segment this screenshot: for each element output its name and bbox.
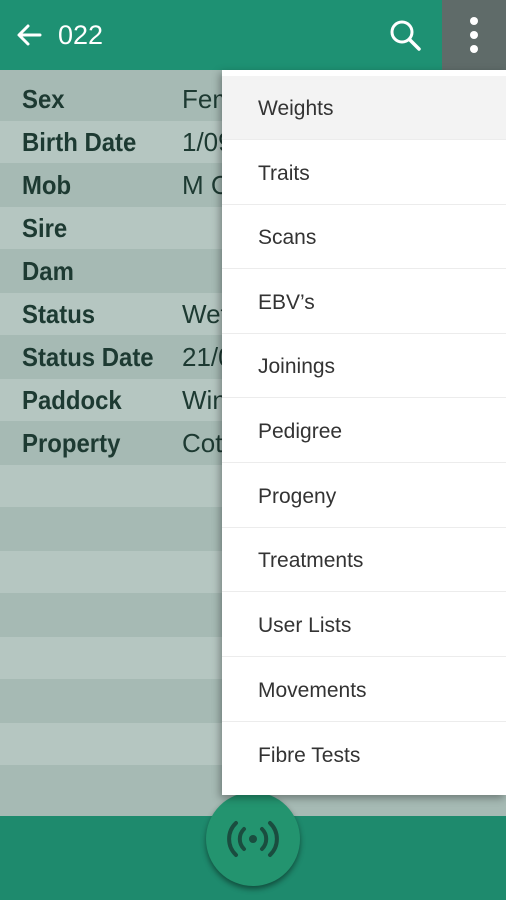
detail-label: Paddock [22,385,122,415]
menu-item-movements[interactable]: Movements [222,658,506,722]
more-vertical-icon [470,17,478,53]
search-icon[interactable] [388,18,422,52]
menu-item-label: Joinings [258,355,336,378]
menu-item-label: Weights [258,97,334,120]
menu-item-label: User Lists [258,614,352,637]
menu-item-label: Movements [258,679,367,702]
menu-item-label: EBV’s [258,291,315,314]
detail-label: Birth Date [22,127,137,157]
detail-label: Dam [22,256,74,286]
detail-label: Sire [22,213,68,243]
detail-label: Status Date [22,342,154,372]
scan-button[interactable] [206,792,300,886]
overflow-menu-button[interactable] [442,0,506,70]
rfid-scan-icon [227,821,279,857]
menu-item-traits[interactable]: Traits [222,141,506,205]
menu-item-progeny[interactable]: Progeny [222,464,506,528]
detail-label: Property [22,428,121,458]
menu-item-label: Scans [258,226,317,249]
page-title: 022 [58,20,104,50]
detail-value: Wet [182,299,228,329]
overflow-menu: Weights Traits Scans EBV’s Joinings Pedi… [222,70,506,795]
detail-label: Status [22,299,96,329]
menu-item-treatments[interactable]: Treatments [222,528,506,592]
menu-item-user-lists[interactable]: User Lists [222,593,506,657]
menu-item-label: Treatments [258,549,364,572]
menu-item-fibre-tests[interactable]: Fibre Tests [222,723,506,787]
menu-item-label: Progeny [258,485,337,508]
menu-item-label: Pedigree [258,420,343,443]
app-bar: 022 [0,0,506,70]
menu-item-scans[interactable]: Scans [222,205,506,269]
arrow-left-icon[interactable] [14,20,44,50]
menu-item-label: Fibre Tests [258,744,361,767]
menu-item-ebvs[interactable]: EBV’s [222,270,506,334]
detail-value: Win [182,385,227,415]
menu-item-joinings[interactable]: Joinings [222,334,506,398]
menu-item-pedigree[interactable]: Pedigree [222,399,506,463]
menu-item-label: Traits [258,162,310,185]
detail-label: Mob [22,170,72,200]
detail-label: Sex [22,84,65,114]
menu-item-weights[interactable]: Weights [222,76,506,140]
